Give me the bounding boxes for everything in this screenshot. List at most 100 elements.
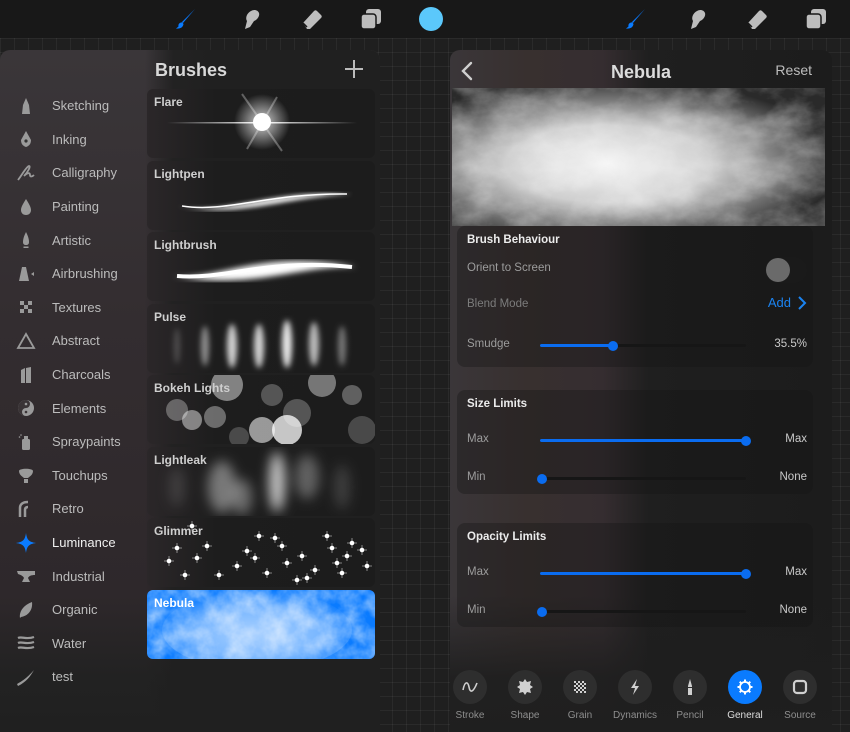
slider-knob[interactable]: [608, 340, 619, 351]
category-retro[interactable]: Retro: [0, 492, 145, 526]
smudge-label: Smudge: [467, 338, 510, 350]
calligraphy-icon: [15, 162, 37, 184]
tab-dynamics[interactable]: Dynamics: [605, 670, 665, 721]
category-charcoals[interactable]: Charcoals: [0, 358, 145, 392]
grain-checker-icon: [574, 681, 586, 693]
smudge-finger-icon: [691, 9, 706, 29]
sparkle: [342, 551, 352, 561]
category-airbrushing[interactable]: Airbrushing: [0, 257, 145, 291]
brush-item-pulse[interactable]: Pulse: [147, 303, 375, 373]
paint-tool-button-2[interactable]: [622, 5, 650, 33]
smudge-finger-icon: [245, 9, 260, 29]
sparkle: [172, 543, 182, 553]
category-water[interactable]: Water: [0, 627, 145, 661]
slider-knob[interactable]: [741, 568, 751, 579]
category-inking[interactable]: Inking: [0, 123, 145, 157]
tab-label: Dynamics: [613, 710, 657, 721]
category-label: Water: [52, 635, 87, 651]
layers-tool-button[interactable]: [357, 5, 385, 33]
blend-mode-value[interactable]: Add: [768, 295, 807, 310]
add-brush-button[interactable]: [343, 58, 365, 80]
eraser-icon: [302, 10, 322, 29]
sparkle: [292, 575, 302, 585]
category-label: Retro: [52, 501, 84, 517]
brush-list: Flare Lightpen Lightbrush Pulse Bokeh Li…: [147, 89, 375, 661]
stroke-wave-icon: [462, 682, 478, 692]
brush-name: Nebula: [154, 595, 195, 610]
toggle-knob: [766, 258, 790, 282]
section-title: Size Limits: [467, 398, 528, 410]
brush-item-lightleak[interactable]: Lightleak: [147, 446, 375, 516]
tab-label: General: [727, 710, 763, 721]
category-label: Airbrushing: [52, 266, 118, 282]
sparkle: [214, 570, 224, 580]
orient-to-screen-row: Orient to Screen: [467, 257, 807, 283]
category-label: Abstract: [52, 333, 100, 349]
charcoal-icon: [15, 364, 37, 386]
opacity-max-slider[interactable]: [540, 568, 751, 579]
category-calligraphy[interactable]: Calligraphy: [0, 156, 145, 190]
smudge-slider[interactable]: [540, 340, 746, 351]
eraser-tool-button-2[interactable]: [743, 5, 771, 33]
blend-mode-row[interactable]: Blend Mode Add: [467, 295, 807, 315]
brush-name: Lightpen: [154, 166, 205, 181]
category-painting[interactable]: Painting: [0, 190, 145, 224]
sparkle: [164, 556, 174, 566]
brush-studio-panel: Nebula Reset Brush Behaviour Orient to S…: [450, 50, 832, 732]
sparkle: [332, 558, 342, 568]
smudge-tool-button[interactable]: [237, 5, 265, 33]
tab-label: Shape: [510, 710, 540, 721]
category-abstract[interactable]: Abstract: [0, 324, 145, 358]
slider-knob[interactable]: [537, 473, 548, 484]
leaf-icon: [15, 599, 37, 621]
brush-item-bokeh-lights[interactable]: Bokeh Lights: [147, 375, 375, 444]
category-test[interactable]: test: [0, 660, 145, 694]
slider-knob[interactable]: [537, 606, 548, 617]
category-artistic[interactable]: Artistic: [0, 223, 145, 257]
slider-knob[interactable]: [741, 435, 751, 446]
tab-source[interactable]: Source: [770, 670, 830, 721]
category-textures[interactable]: Textures: [0, 291, 145, 325]
tab-pencil[interactable]: Pencil: [660, 670, 720, 721]
inking-pen-nib-icon: [15, 128, 37, 150]
category-luminance[interactable]: Luminance: [0, 526, 145, 560]
category-sketching[interactable]: Sketching: [0, 89, 145, 123]
layers-tool-button-2[interactable]: [802, 5, 830, 33]
color-button[interactable]: [417, 5, 445, 33]
category-touchups[interactable]: Touchups: [0, 459, 145, 493]
tab-grain[interactable]: Grain: [550, 670, 610, 721]
opacity-max-label: Max: [467, 566, 489, 578]
smudge-tool-button-2[interactable]: [683, 5, 711, 33]
blend-mode-selected: Add: [767, 295, 791, 310]
opacity-min-slider[interactable]: [537, 606, 746, 617]
spraycan-icon: [15, 431, 37, 453]
brush-item-nebula[interactable]: Nebula: [147, 589, 375, 659]
section-title: Brush Behaviour: [467, 234, 560, 246]
category-label: Touchups: [52, 467, 108, 483]
orient-to-screen-toggle[interactable]: [765, 257, 807, 283]
sketching-icon: [15, 95, 37, 117]
textures-checker-icon: [15, 296, 37, 318]
brush-item-glimmer[interactable]: Glimmer: [147, 518, 375, 587]
size-max-slider[interactable]: [540, 435, 751, 446]
tab-general[interactable]: General: [715, 670, 775, 721]
color-swatch: [419, 7, 443, 31]
tab-shape[interactable]: Shape: [495, 670, 555, 721]
brush-item-flare[interactable]: Flare: [147, 89, 375, 158]
category-organic[interactable]: Organic: [0, 593, 145, 627]
paint-tool-button[interactable]: [172, 5, 200, 33]
category-label: Painting: [52, 199, 99, 215]
water-waves-icon: [15, 632, 37, 654]
sparkle: [202, 541, 212, 551]
tab-stroke[interactable]: Stroke: [450, 670, 500, 721]
reset-button[interactable]: Reset: [775, 62, 812, 78]
category-industrial[interactable]: Industrial: [0, 559, 145, 593]
category-spraypaints[interactable]: Spraypaints: [0, 425, 145, 459]
brush-item-lightpen[interactable]: Lightpen: [147, 160, 375, 230]
brush-item-lightbrush[interactable]: Lightbrush: [147, 232, 375, 301]
size-max-value: Max: [785, 433, 807, 445]
size-min-slider[interactable]: [537, 473, 746, 484]
opacity-min-value: None: [779, 604, 808, 616]
category-elements[interactable]: Elements: [0, 391, 145, 425]
eraser-tool-button[interactable]: [298, 5, 326, 33]
